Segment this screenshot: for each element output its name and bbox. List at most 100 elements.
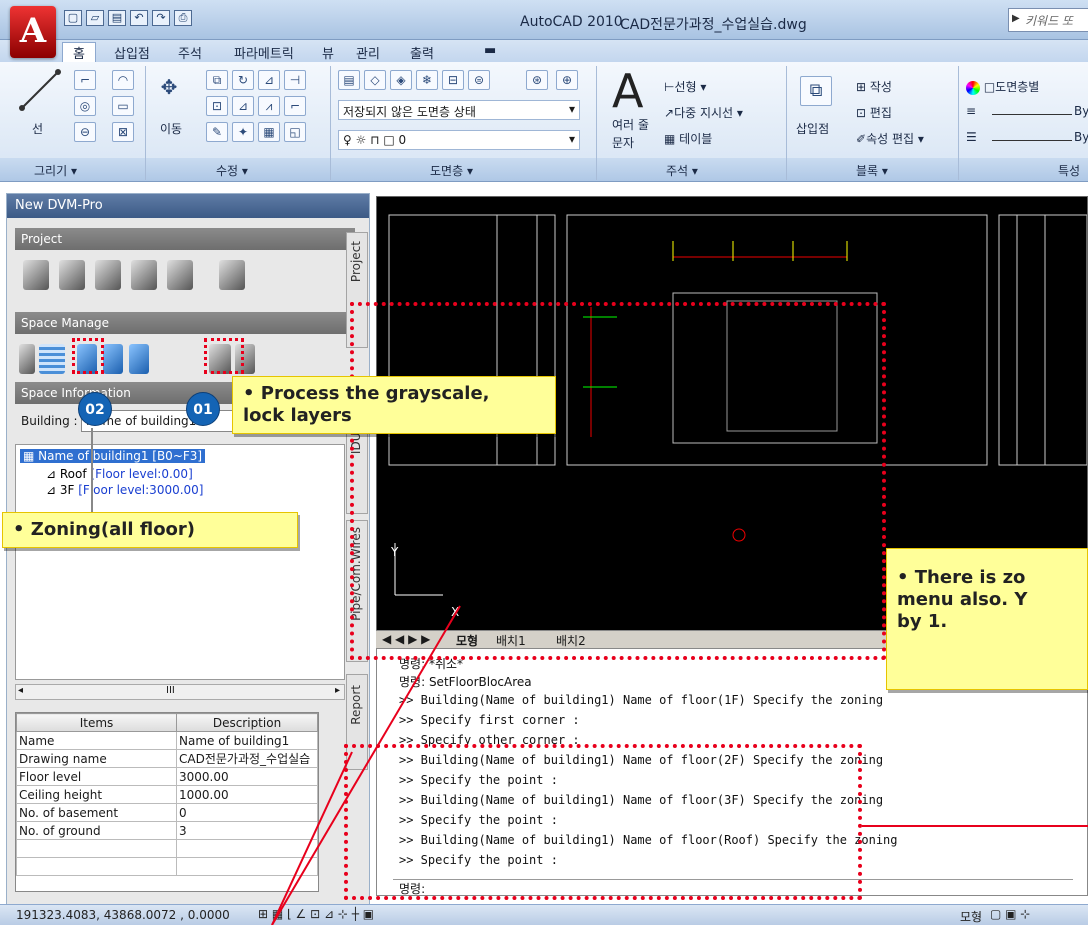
prop-key: Ceiling height <box>16 785 177 804</box>
scroll-right-icon[interactable]: ▸ <box>335 685 340 696</box>
rotate-icon[interactable]: ↻ <box>232 70 254 90</box>
rectangle-icon[interactable]: ▭ <box>112 96 134 116</box>
attribute-edit-button[interactable]: ✐속성 편집 ▾ <box>856 130 924 147</box>
space-wall-icon[interactable] <box>19 344 35 374</box>
ellipse-icon[interactable]: ⊖ <box>74 122 96 142</box>
group-layers[interactable]: 도면층 ▾ <box>430 162 473 179</box>
palette-title: New DVM-Pro <box>7 194 369 218</box>
current-layer-dropdown[interactable]: ♀ ☼ ⊓ □ 0 ▾ <box>338 130 580 150</box>
prop-value[interactable]: Name of building1 <box>176 731 318 750</box>
create-block-button[interactable]: ⊞ 작성 <box>856 78 892 95</box>
multileader-button[interactable]: ↗다중 지시선 ▾ <box>664 104 743 121</box>
project-open-icon[interactable] <box>59 260 85 290</box>
mirror-icon[interactable]: ⩘ <box>258 96 280 116</box>
line-tool-icon[interactable] <box>18 68 62 112</box>
prop-value[interactable]: 0 <box>176 803 318 822</box>
new-icon[interactable]: ▢ <box>64 10 82 26</box>
project-folder-icon[interactable] <box>95 260 121 290</box>
polyline-icon[interactable]: ⌐ <box>74 70 96 90</box>
multiline-text-icon[interactable]: A <box>612 64 643 118</box>
table-row: Ceiling height 1000.00 <box>16 785 318 804</box>
trim-icon[interactable]: ⊿ <box>258 70 280 90</box>
scale-icon[interactable]: ⊿ <box>232 96 254 116</box>
tree-item-roof[interactable]: ⊿ Roof [Floor level:0.00] <box>46 467 193 481</box>
prop-value[interactable]: 1000.00 <box>176 785 318 804</box>
keyword-search-input[interactable]: ▶ 키워드 또 <box>1008 8 1088 32</box>
color-dropdown[interactable]: □도면층별 <box>966 78 1039 95</box>
tab-insert[interactable]: 삽입점 <box>114 43 150 62</box>
tab-extra-icon[interactable]: ▬ <box>484 43 496 58</box>
project-save-icon[interactable] <box>131 260 157 290</box>
edit-block-button[interactable]: ⊡ 편집 <box>856 104 892 121</box>
group-draw[interactable]: 그리기 ▾ <box>34 162 77 179</box>
scroll-thumb[interactable]: III <box>166 685 175 696</box>
col-description: Description <box>176 713 318 732</box>
group-block[interactable]: 블록 ▾ <box>856 162 888 179</box>
model-toggle[interactable]: 모형 <box>960 908 982 925</box>
space-cube-icon[interactable] <box>129 344 149 374</box>
redo-icon[interactable]: ↷ <box>152 10 170 26</box>
tab-parametric[interactable]: 파라메트릭 <box>234 43 294 62</box>
group-annotation[interactable]: 주석 ▾ <box>666 162 698 179</box>
copy-icon[interactable]: ⧉ <box>206 70 228 90</box>
layer-properties-icon[interactable]: ▤ <box>338 70 360 90</box>
layer-state-dropdown[interactable]: 저장되지 않은 도면층 상태 ▾ <box>338 100 580 120</box>
tab-output[interactable]: 출력 <box>410 43 434 62</box>
tab-home[interactable]: 홈 <box>62 42 96 62</box>
space-grid-icon[interactable] <box>39 344 65 374</box>
linear-dim-button[interactable]: ⊢선형 ▾ <box>664 78 706 95</box>
lineweight-dropdown[interactable]: ☰ <box>966 130 977 144</box>
group-modify[interactable]: 수정 ▾ <box>216 162 248 179</box>
extend-icon[interactable]: ⊣ <box>284 70 306 90</box>
layer-off-icon[interactable]: ◈ <box>390 70 412 90</box>
prop-key: Floor level <box>16 767 177 786</box>
array-icon[interactable]: ▦ <box>258 122 280 142</box>
arc-icon[interactable]: ◠ <box>112 70 134 90</box>
tab-annotate[interactable]: 주석 <box>178 43 202 62</box>
group-properties[interactable]: 특성 <box>1058 162 1080 179</box>
offset-icon[interactable]: ◱ <box>284 122 306 142</box>
command-line: >> Specify first corner : <box>399 713 580 727</box>
save-icon[interactable]: ▤ <box>108 10 126 26</box>
table-button[interactable]: ▦ 테이블 <box>664 130 712 147</box>
scroll-left-icon[interactable]: ◂ <box>18 685 23 696</box>
linetype-dropdown[interactable]: ≡ <box>966 104 976 118</box>
erase-icon[interactable]: ✎ <box>206 122 228 142</box>
tree-item-3f[interactable]: ⊿ 3F [Floor level:3000.00] <box>46 483 203 497</box>
quick-access-toolbar: ▢ ▱ ▤ ↶ ↷ ⎙ <box>64 10 192 26</box>
project-settings-icon[interactable] <box>219 260 245 290</box>
open-icon[interactable]: ▱ <box>86 10 104 26</box>
grayscale-icon-highlight <box>204 338 244 374</box>
prop-value[interactable]: 3 <box>176 821 318 840</box>
zoning-floor-icon[interactable] <box>103 344 123 374</box>
layer-isolate-icon[interactable]: ◇ <box>364 70 386 90</box>
tab-view[interactable]: 뷰 <box>322 43 334 62</box>
fillet-icon[interactable]: ⌐ <box>284 96 306 116</box>
hatch-icon[interactable]: ⊠ <box>112 122 134 142</box>
layer-match-icon[interactable]: ⊜ <box>468 70 490 90</box>
layer-merge-icon[interactable]: ⊕ <box>556 70 578 90</box>
project-save-as-icon[interactable] <box>167 260 193 290</box>
tree-root[interactable]: ▦ Name of building1 [B0~F3] <box>20 449 206 463</box>
app-menu-button[interactable]: A <box>10 6 56 58</box>
layer-freeze-icon[interactable]: ❄ <box>416 70 438 90</box>
project-new-icon[interactable] <box>23 260 49 290</box>
undo-icon[interactable]: ↶ <box>130 10 148 26</box>
prop-value[interactable]: 3000.00 <box>176 767 318 786</box>
circle-icon[interactable]: ◎ <box>74 96 96 116</box>
tree-scrollbar[interactable]: ◂ III ▸ <box>15 684 345 700</box>
insert-block-icon[interactable]: ⧉ <box>800 76 832 106</box>
stretch-icon[interactable]: ⊡ <box>206 96 228 116</box>
layout-view-icons[interactable]: ▢ ▣ ⊹ <box>990 907 1030 921</box>
layer-walk-icon[interactable]: ⊛ <box>526 70 548 90</box>
command-line: >> Building(Name of building1) Name of f… <box>399 693 884 707</box>
layer-lock-icon[interactable]: ⊟ <box>442 70 464 90</box>
plot-icon[interactable]: ⎙ <box>174 10 192 26</box>
prop-value[interactable]: CAD전문가과정_수업실습 <box>176 749 318 768</box>
linetype-bylayer-label: By <box>1074 104 1088 118</box>
explode-icon[interactable]: ✦ <box>232 122 254 142</box>
drafting-toggles[interactable]: ⊞ ▦ ⌊ ∠ ⊡ ⊿ ⊹ ┼ ▣ <box>258 907 374 921</box>
move-icon[interactable]: ✥ <box>156 77 182 104</box>
title-bar: ▢ ▱ ▤ ↶ ↷ ⎙ AutoCAD 2010 CAD전문가과정_수업실습.d… <box>0 0 1088 40</box>
tab-manage[interactable]: 관리 <box>356 43 380 62</box>
